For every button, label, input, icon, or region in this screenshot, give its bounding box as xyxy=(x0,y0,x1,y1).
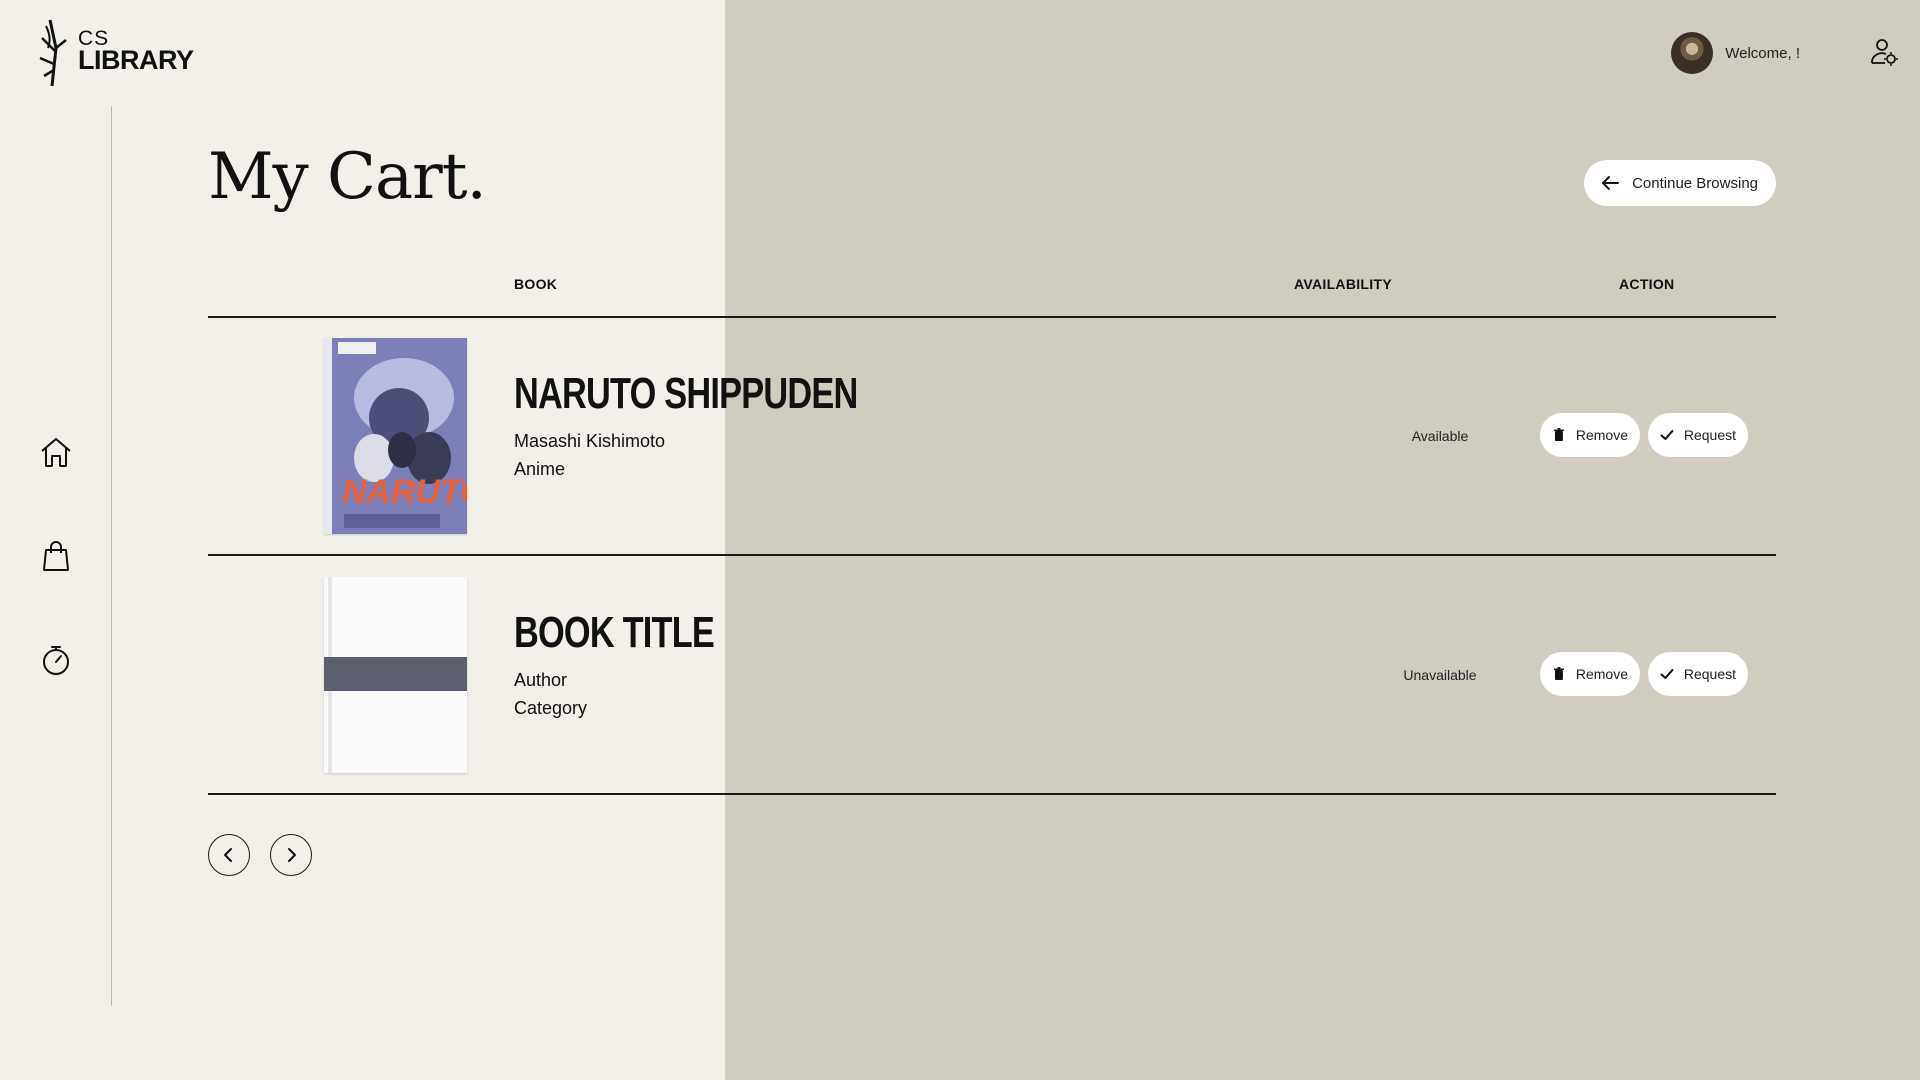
bamboo-logo-icon xyxy=(39,19,67,87)
chevron-right-icon xyxy=(288,848,296,862)
arrow-left-icon xyxy=(1602,176,1620,190)
remove-button[interactable]: Remove xyxy=(1540,413,1640,457)
naruto-cover-art: NARUTO xyxy=(324,338,467,534)
book-cover-image[interactable]: NARUTO xyxy=(324,338,467,534)
avatar[interactable] xyxy=(1671,32,1714,74)
check-icon xyxy=(1660,669,1674,679)
next-page-button[interactable] xyxy=(270,834,312,876)
table-row: NARUTO NARUTO SHIPPUDEN Masashi Kishimot… xyxy=(208,317,1776,555)
column-header-availability: AVAILABILITY xyxy=(1294,276,1392,292)
brand-logo[interactable]: CS LIBRARY xyxy=(36,18,194,88)
home-icon xyxy=(41,438,71,467)
book-cover-placeholder[interactable] xyxy=(324,577,467,773)
stopwatch-icon xyxy=(43,646,69,675)
request-button[interactable]: Request xyxy=(1648,413,1748,457)
sidebar-item-home[interactable] xyxy=(38,434,74,470)
user-profile[interactable]: Welcome, ! xyxy=(1671,32,1800,74)
trash-icon xyxy=(1553,428,1564,441)
book-author: Masashi Kishimoto xyxy=(514,431,666,451)
sidebar-item-timer[interactable] xyxy=(38,642,74,678)
cover-band xyxy=(324,657,467,691)
request-button[interactable]: Request xyxy=(1648,652,1748,696)
remove-label: Remove xyxy=(1575,666,1628,682)
shopping-bag-icon xyxy=(43,541,69,571)
previous-page-button[interactable] xyxy=(208,834,250,876)
account-button[interactable] xyxy=(1868,36,1900,68)
user-settings-icon xyxy=(1871,39,1898,66)
brand-line2: LIBRARY xyxy=(78,45,194,75)
remove-button[interactable]: Remove xyxy=(1540,652,1640,696)
request-label: Request xyxy=(1683,427,1736,443)
continue-browsing-label: Continue Browsing xyxy=(1632,174,1758,192)
remove-label: Remove xyxy=(1575,427,1628,443)
welcome-text: Welcome, ! xyxy=(1725,44,1800,62)
page-title: My Cart. xyxy=(208,140,487,214)
table-row: BOOK TITLE Author Category Unavailable R… xyxy=(208,556,1776,794)
column-header-action: ACTION xyxy=(1619,276,1675,292)
book-category: Anime xyxy=(514,459,566,479)
chevron-left-icon xyxy=(224,848,232,862)
sidebar-divider xyxy=(111,106,112,1006)
request-label: Request xyxy=(1683,666,1736,682)
svg-text:NARUTO: NARUTO xyxy=(342,473,467,511)
availability-status: Unavailable xyxy=(1403,667,1477,683)
sidebar-item-cart[interactable] xyxy=(38,538,74,574)
continue-browsing-button[interactable]: Continue Browsing xyxy=(1584,160,1776,206)
book-category: Category xyxy=(514,698,588,718)
check-icon xyxy=(1660,430,1674,440)
availability-status: Available xyxy=(1411,428,1469,444)
book-author: Author xyxy=(514,670,568,690)
trash-icon xyxy=(1553,667,1564,680)
book-title[interactable]: BOOK TITLE xyxy=(514,608,715,658)
column-header-book: BOOK xyxy=(514,276,558,292)
book-title[interactable]: NARUTO SHIPPUDEN xyxy=(514,369,858,419)
table-divider xyxy=(208,793,1776,795)
